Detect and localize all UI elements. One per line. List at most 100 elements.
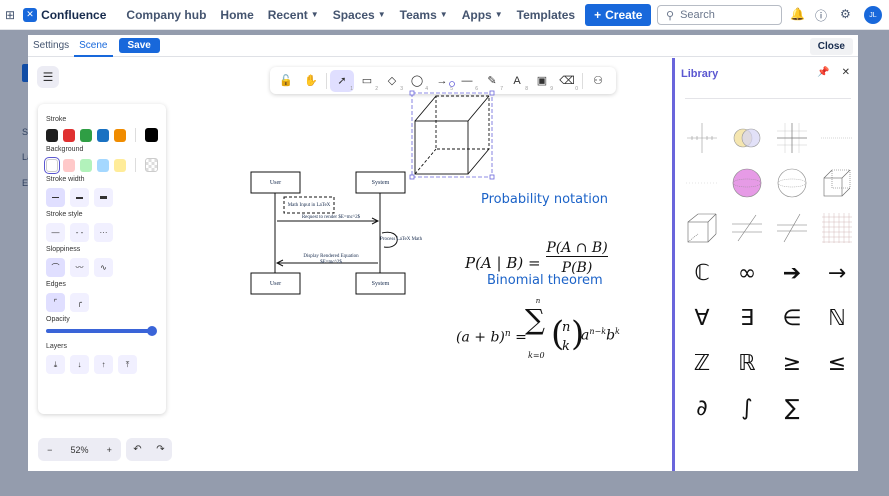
stroke-width-thin[interactable] <box>46 188 65 207</box>
library-item-axes[interactable] <box>680 116 724 160</box>
background-color-swatch[interactable] <box>80 158 93 172</box>
nav-templates[interactable]: Templates <box>517 8 575 22</box>
nav-spaces[interactable]: Spaces ▼ <box>333 8 386 22</box>
library-item-symbol[interactable]: ∑ <box>770 386 814 430</box>
sloppiness-architect[interactable]: ⌒ <box>46 258 65 277</box>
create-button[interactable]: + Create <box>585 3 652 26</box>
stroke-width-extra-bold[interactable] <box>94 188 113 207</box>
app-switcher-icon[interactable]: ⊞ <box>5 8 15 22</box>
zoom-in-button[interactable]: + <box>107 445 112 455</box>
edges-round[interactable]: ╭ <box>70 293 89 312</box>
probability-formula[interactable]: P(A | B) = <box>465 254 541 272</box>
resize-handle[interactable] <box>409 90 415 96</box>
edges-sharp[interactable]: ⌜ <box>46 293 65 312</box>
save-button[interactable]: Save <box>118 38 160 53</box>
tab-scene[interactable]: Scene <box>74 35 113 57</box>
resize-handle[interactable] <box>489 90 495 96</box>
stroke-width-bold[interactable] <box>70 188 89 207</box>
library-item-dotted-line[interactable] <box>680 161 724 205</box>
binomial-formula[interactable]: (a + b)n = <box>456 329 527 346</box>
binomial-heading[interactable]: Binomial theorem <box>487 273 603 288</box>
background-color-swatch[interactable] <box>63 158 76 172</box>
library-item-cube[interactable] <box>815 161 859 205</box>
probability-numerator: P(A ∩ B) <box>546 240 608 257</box>
library-item-cuboid[interactable] <box>680 206 724 250</box>
stroke-color-swatch[interactable] <box>114 128 127 142</box>
stroke-color-swatch[interactable] <box>80 128 93 142</box>
avatar[interactable]: JL <box>864 6 882 24</box>
library-item-grid[interactable] <box>815 206 859 250</box>
library-item-parallel-transversal[interactable] <box>725 206 769 250</box>
library-item-symbol[interactable]: ∈ <box>770 296 814 340</box>
binom-top: n <box>562 320 571 335</box>
library-item-venn[interactable] <box>725 116 769 160</box>
tab-settings[interactable]: Settings <box>28 40 74 51</box>
nav-teams[interactable]: Teams ▼ <box>400 8 448 22</box>
nav-company-hub[interactable]: Company hub <box>126 8 206 22</box>
undo-icon[interactable]: ↶ <box>133 444 141 455</box>
opacity-slider[interactable] <box>46 326 157 336</box>
library-item-symbol[interactable]: ≤ <box>815 341 859 385</box>
note-label: Math Input in LaTeX <box>287 202 331 208</box>
sloppiness-cartoonist[interactable]: ∿ <box>94 258 113 277</box>
confluence-logo[interactable]: ✕ <box>23 7 38 22</box>
library-item-grid-axes[interactable] <box>770 116 814 160</box>
library-item-symbol[interactable]: ∀ <box>680 296 724 340</box>
background-color-swatch[interactable] <box>43 156 61 174</box>
background-color-swatch[interactable] <box>97 158 110 172</box>
resize-handle[interactable] <box>409 174 415 180</box>
close-button[interactable]: Close <box>809 38 853 55</box>
zoom-level[interactable]: 52% <box>70 445 88 455</box>
library-item-symbol[interactable]: ➔ <box>770 251 814 295</box>
help-icon[interactable]: ⓘ <box>815 7 827 24</box>
nav-label: Spaces <box>332 7 375 22</box>
sloppiness-artist[interactable]: 〰 <box>70 258 89 277</box>
library-item-symbol[interactable]: ∞ <box>725 251 769 295</box>
library-item-symbol[interactable]: ≥ <box>770 341 814 385</box>
stroke-current-color[interactable] <box>145 128 159 142</box>
library-item-sphere[interactable] <box>770 161 814 205</box>
stroke-color-swatch[interactable] <box>46 128 59 142</box>
stroke-style-dashed[interactable]: - - <box>70 223 89 242</box>
resize-handle[interactable] <box>489 174 495 180</box>
nav-recent[interactable]: Recent ▼ <box>268 8 319 22</box>
probability-heading[interactable]: Probability notation <box>481 192 608 207</box>
nav-label: Recent <box>267 7 308 22</box>
bring-to-front-icon[interactable]: ⤒ <box>118 355 137 374</box>
notifications-icon[interactable]: 🔔 <box>790 7 805 21</box>
close-icon[interactable]: ✕ <box>842 67 850 78</box>
library-item-symbol[interactable]: ℤ <box>680 341 724 385</box>
library-item-symbol[interactable]: ℝ <box>725 341 769 385</box>
cube-front-face[interactable] <box>414 120 469 175</box>
stroke-style-label: Stroke style <box>46 211 83 218</box>
stroke-style-dotted[interactable]: ··· <box>94 223 113 242</box>
library-item-pink-sphere[interactable] <box>725 161 769 205</box>
background-color-swatch[interactable] <box>114 158 126 172</box>
library-item-number-line[interactable] <box>815 116 859 160</box>
library-item-transversal[interactable] <box>770 206 814 250</box>
nav-apps[interactable]: Apps ▼ <box>462 8 503 22</box>
pin-icon[interactable]: 📌 <box>817 67 829 78</box>
zoom-out-button[interactable]: − <box>47 445 52 455</box>
nav-home[interactable]: Home <box>220 8 253 22</box>
library-item-symbol[interactable]: ℂ <box>680 251 724 295</box>
send-to-back-icon[interactable]: ⤓ <box>46 355 65 374</box>
stroke-color-swatch[interactable] <box>97 128 110 142</box>
library-item-symbol[interactable]: ℕ <box>815 296 859 340</box>
brand-name[interactable]: Confluence <box>41 8 106 22</box>
stroke-color-swatch[interactable] <box>63 128 76 142</box>
rotate-handle[interactable] <box>449 81 455 87</box>
background-transparent-swatch[interactable] <box>144 158 158 172</box>
library-item-symbol[interactable]: ∂ <box>680 386 724 430</box>
modal-tabs: Settings Scene Save Close <box>28 35 858 57</box>
redo-icon[interactable]: ↷ <box>156 444 164 455</box>
stroke-style-solid[interactable]: — <box>46 223 65 242</box>
library-item-symbol[interactable]: ∃ <box>725 296 769 340</box>
bring-forward-icon[interactable]: ↑ <box>94 355 113 374</box>
search-input[interactable]: ⚲ Search <box>657 5 782 25</box>
library-item-symbol[interactable]: → <box>815 251 859 295</box>
drawing-canvas[interactable]: ☰ 🔓 ✋ ➚ 1 ▭ 2 ◇ 3 ◯ 4 → 5—6 ✎ 7 A 8 ▣ 9 ⌫ 0 ⚇ <box>28 58 672 471</box>
library-item-symbol[interactable]: ∫ <box>725 386 769 430</box>
settings-gear-icon[interactable]: ⚙ <box>840 7 851 21</box>
send-backward-icon[interactable]: ↓ <box>70 355 89 374</box>
